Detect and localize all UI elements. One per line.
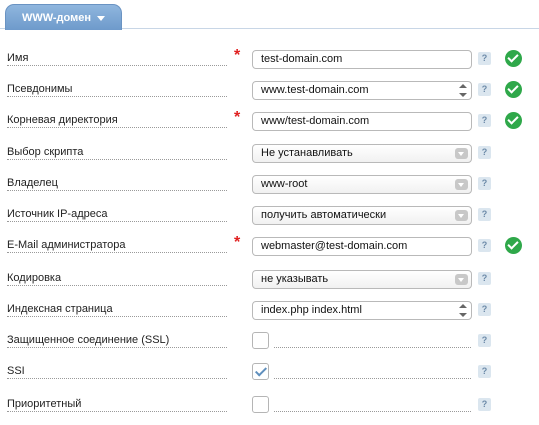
dotted-leader [7, 221, 227, 222]
form-row-ip-source: Источник IP-адреса получить автоматическ… [0, 204, 539, 228]
field-label: Корневая директория [7, 114, 118, 126]
form-row-index-page: Индексная страница index.php index.html … [0, 299, 539, 323]
dotted-leader [274, 411, 471, 412]
check-circle-icon [505, 50, 522, 67]
dotted-leader [7, 127, 227, 128]
index-page-value: index.php index.html [261, 304, 362, 316]
help-icon[interactable]: ? [478, 272, 491, 285]
dotted-leader [7, 190, 227, 191]
dotted-leader [7, 96, 227, 97]
form-row-ssl: Защищенное соединение (SSL) ? [0, 330, 539, 354]
owner-select[interactable]: www-root [252, 175, 472, 194]
field-label: SSI [7, 365, 25, 377]
form-row-root-directory: Корневая директория * www/test-domain.co… [0, 110, 539, 134]
aliases-value: www.test-domain.com [261, 84, 369, 96]
field-label: Владелец [7, 177, 58, 189]
form-row-admin-email: E-Mail администратора * webmaster@test-d… [0, 235, 539, 259]
form-row-owner: Владелец www-root ? [0, 173, 539, 197]
dotted-leader [7, 285, 227, 286]
field-label: E-Mail администратора [7, 239, 126, 251]
aliases-input[interactable]: www.test-domain.com [252, 81, 472, 100]
dotted-leader [274, 347, 471, 348]
ip-source-select[interactable]: получить автоматически [252, 206, 472, 225]
check-circle-icon [505, 81, 522, 98]
ssl-checkbox[interactable] [252, 332, 269, 349]
ip-source-select-value: получить автоматически [261, 209, 387, 221]
name-input[interactable]: test-domain.com [252, 50, 472, 69]
required-asterisk-icon: * [234, 47, 241, 64]
field-label: Индексная страница [7, 303, 113, 315]
tab-label: WWW-домен [21, 11, 92, 24]
dotted-leader [7, 411, 227, 412]
field-label: Источник IP-адреса [7, 208, 108, 220]
form-row-ssi: SSI ? [0, 361, 539, 385]
encoding-select[interactable]: не указывать [252, 270, 472, 289]
spinner-arrows-icon[interactable] [459, 84, 467, 97]
form-row-aliases: Псевдонимы www.test-domain.com ? [0, 79, 539, 103]
dotted-leader [7, 316, 227, 317]
script-select-value: Не устанавливать [261, 147, 353, 159]
root-directory-input[interactable]: www/test-domain.com [252, 112, 472, 131]
help-icon[interactable]: ? [478, 365, 491, 378]
help-icon[interactable]: ? [478, 303, 491, 316]
dotted-leader [7, 347, 227, 348]
dotted-leader [7, 159, 227, 160]
help-icon[interactable]: ? [478, 208, 491, 221]
chevron-down-icon[interactable] [97, 15, 106, 21]
check-circle-icon [505, 237, 522, 254]
form-row-encoding: Кодировка не указывать ? [0, 268, 539, 292]
help-icon[interactable]: ? [478, 239, 491, 252]
chevron-down-icon[interactable] [455, 179, 468, 190]
ssi-checkbox[interactable] [252, 363, 269, 380]
admin-email-input[interactable]: webmaster@test-domain.com [252, 237, 472, 256]
dotted-leader [274, 378, 471, 379]
owner-select-value: www-root [261, 178, 308, 190]
index-page-input[interactable]: index.php index.html [252, 301, 472, 320]
form-row-name: Имя * test-domain.com ? [0, 48, 539, 72]
check-circle-icon [505, 112, 522, 129]
help-icon[interactable]: ? [478, 114, 491, 127]
tab-www-domain[interactable]: WWW-домен [5, 4, 122, 30]
field-label: Выбор скрипта [7, 146, 84, 158]
dotted-leader [7, 378, 227, 379]
dotted-leader [7, 65, 227, 66]
field-label: Псевдонимы [7, 83, 73, 95]
dotted-leader [7, 252, 227, 253]
tab-bar: WWW-домен [0, 0, 539, 30]
required-asterisk-icon: * [234, 109, 241, 126]
spinner-arrows-icon[interactable] [459, 304, 467, 317]
help-icon[interactable]: ? [478, 83, 491, 96]
field-label: Кодировка [7, 272, 62, 284]
encoding-select-value: не указывать [261, 273, 329, 285]
help-icon[interactable]: ? [478, 334, 491, 347]
chevron-down-icon[interactable] [455, 148, 468, 159]
help-icon[interactable]: ? [478, 398, 491, 411]
chevron-down-icon[interactable] [455, 210, 468, 221]
form-row-priority: Приоритетный ? [0, 394, 539, 418]
help-icon[interactable]: ? [478, 177, 491, 190]
script-select[interactable]: Не устанавливать [252, 144, 472, 163]
help-icon[interactable]: ? [478, 52, 491, 65]
priority-checkbox[interactable] [252, 396, 269, 413]
field-label: Защищенное соединение (SSL) [7, 334, 170, 346]
field-label: Приоритетный [7, 398, 82, 410]
field-label: Имя [7, 52, 29, 64]
chevron-down-icon[interactable] [455, 274, 468, 285]
required-asterisk-icon: * [234, 234, 241, 251]
form-row-script: Выбор скрипта Не устанавливать ? [0, 142, 539, 166]
help-icon[interactable]: ? [478, 146, 491, 159]
